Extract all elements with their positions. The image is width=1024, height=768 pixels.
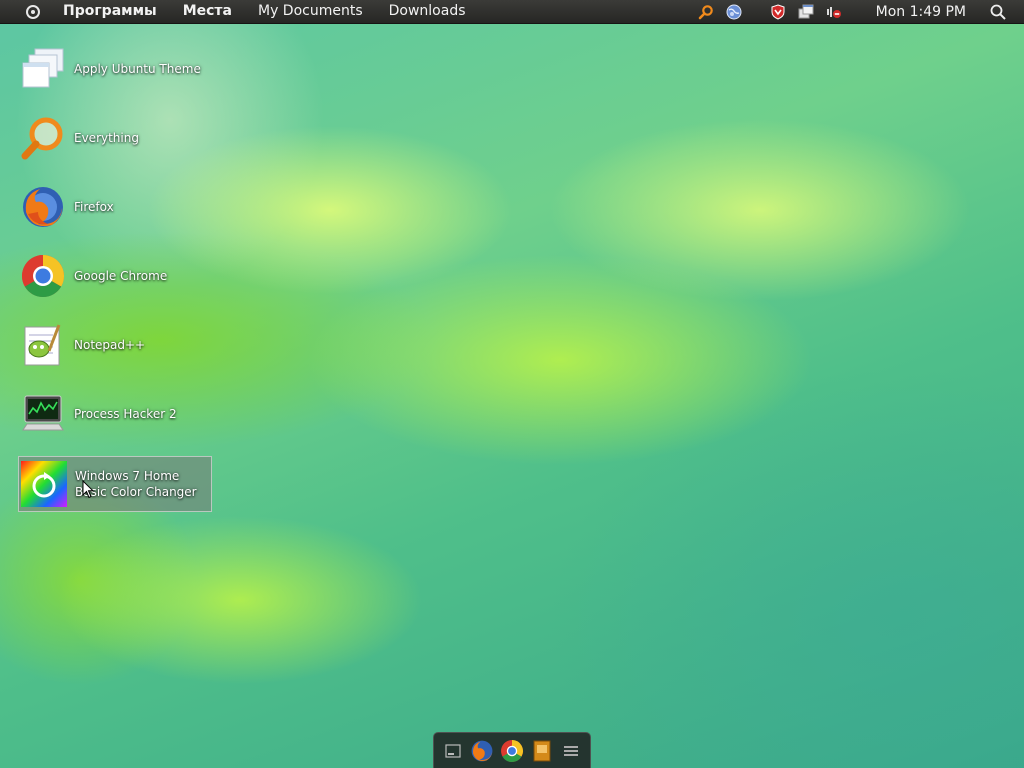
- firefox-icon: [18, 182, 68, 232]
- system-tray: Mon 1:49 PM: [692, 0, 1024, 23]
- desktop-icon-firefox[interactable]: Firefox: [18, 179, 212, 235]
- magnifier-icon: [18, 113, 68, 163]
- network-globe-icon[interactable]: [726, 4, 742, 20]
- menu-my-documents[interactable]: My Documents: [245, 0, 376, 23]
- chrome-icon: [18, 251, 68, 301]
- desktop-icon-label: Windows 7 Home Basic Color Changer: [75, 469, 197, 499]
- desktop-icon-apply-ubuntu-theme[interactable]: Apply Ubuntu Theme: [18, 41, 212, 97]
- shield-icon[interactable]: [770, 3, 786, 20]
- windows-stack-icon: [18, 44, 68, 94]
- desktop-icon-label: Firefox: [74, 200, 114, 214]
- firefox-icon[interactable]: [469, 738, 495, 764]
- desktop-icon-everything[interactable]: Everything: [18, 110, 212, 166]
- desktop-icon-process-hacker-2[interactable]: Process Hacker 2: [18, 386, 212, 442]
- process-hacker-icon: [18, 389, 68, 439]
- volume-muted-icon[interactable]: [826, 4, 842, 20]
- desktop-icon[interactable]: [440, 738, 466, 764]
- mouse-cursor-icon: [82, 480, 94, 499]
- ubuntu-logo-icon[interactable]: [26, 4, 40, 19]
- desktop-icon-google-chrome[interactable]: Google Chrome: [18, 248, 212, 304]
- menu-places[interactable]: Места: [170, 0, 245, 23]
- desktop-icon-label: Google Chrome: [74, 269, 168, 283]
- desktop-icon-label: Everything: [74, 131, 139, 145]
- desktop-icon-label: Notepad++: [74, 338, 146, 352]
- search-tray-icon[interactable]: [698, 4, 714, 20]
- dock: [433, 732, 591, 768]
- chrome-icon[interactable]: [499, 738, 525, 764]
- notepad-icon[interactable]: [529, 738, 555, 764]
- window-switch-icon[interactable]: [798, 4, 814, 20]
- desktop-icon-label: Process Hacker 2: [74, 407, 177, 421]
- menu-programs[interactable]: Программы: [50, 0, 170, 23]
- desktop-icon-notepad-plus-plus[interactable]: Notepad++: [18, 317, 212, 373]
- color-wheel-icon: [19, 459, 69, 509]
- clock[interactable]: Mon 1:49 PM: [876, 4, 966, 20]
- desktop-icon-label: Apply Ubuntu Theme: [74, 62, 201, 76]
- desktop-icon-color-changer[interactable]: Windows 7 Home Basic Color Changer: [18, 456, 212, 512]
- search-icon[interactable]: [990, 4, 1006, 20]
- menu-downloads[interactable]: Downloads: [376, 0, 479, 23]
- menu-icon[interactable]: [558, 738, 584, 764]
- notepad-plus-plus-icon: [18, 320, 68, 370]
- top-panel: Программы Места My Documents Downloads M…: [0, 0, 1024, 24]
